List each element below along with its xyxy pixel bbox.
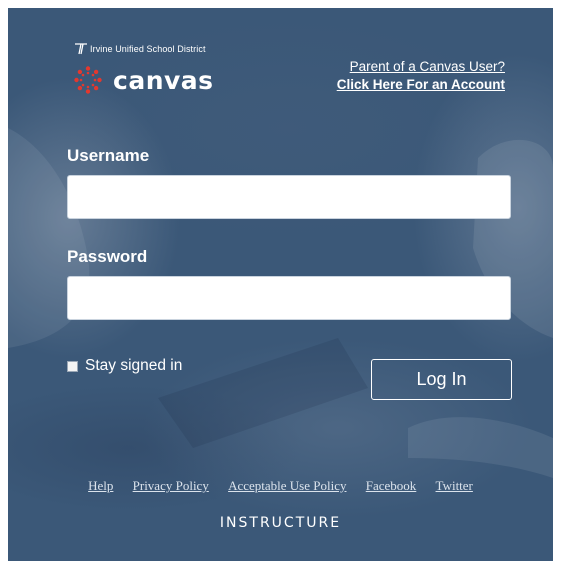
login-button[interactable]: Log In xyxy=(371,359,512,400)
district-logo-icon xyxy=(75,43,87,55)
district-name: Irvine Unified School District xyxy=(90,44,206,54)
password-label: Password xyxy=(67,247,148,266)
canvas-wordmark: canvas xyxy=(113,65,214,95)
stay-signed-in-checkbox[interactable] xyxy=(67,360,78,372)
footer-links: Help Privacy Policy Acceptable Use Polic… xyxy=(8,478,553,494)
canvas-logo-icon xyxy=(74,66,102,94)
footer-link-privacy-policy[interactable]: Privacy Policy xyxy=(133,478,209,493)
stay-signed-in-label: Stay signed in xyxy=(85,357,183,374)
canvas-logo[interactable]: canvas xyxy=(74,66,214,94)
footer-link-help[interactable]: Help xyxy=(88,478,113,493)
footer-link-acceptable-use-policy[interactable]: Acceptable Use Policy xyxy=(228,478,346,493)
parent-link-create-account[interactable]: Click Here For an Account xyxy=(337,76,505,94)
parent-link-question[interactable]: Parent of a Canvas User? xyxy=(337,58,505,76)
footer-link-facebook[interactable]: Facebook xyxy=(366,478,417,493)
username-input[interactable] xyxy=(67,175,511,219)
instructure-logo[interactable]: INSTRUCTURE xyxy=(8,515,553,531)
page-frame: Irvine Unified School District canvas Pa… xyxy=(0,0,561,563)
footer-link-twitter[interactable]: Twitter xyxy=(436,478,473,493)
password-input[interactable] xyxy=(67,276,511,320)
username-label: Username xyxy=(67,146,150,165)
login-panel: Irvine Unified School District canvas Pa… xyxy=(8,8,553,561)
stay-signed-in[interactable]: Stay signed in xyxy=(67,357,182,375)
district-branding: Irvine Unified School District xyxy=(74,43,206,55)
parent-account-link: Parent of a Canvas User? Click Here For … xyxy=(337,58,505,94)
